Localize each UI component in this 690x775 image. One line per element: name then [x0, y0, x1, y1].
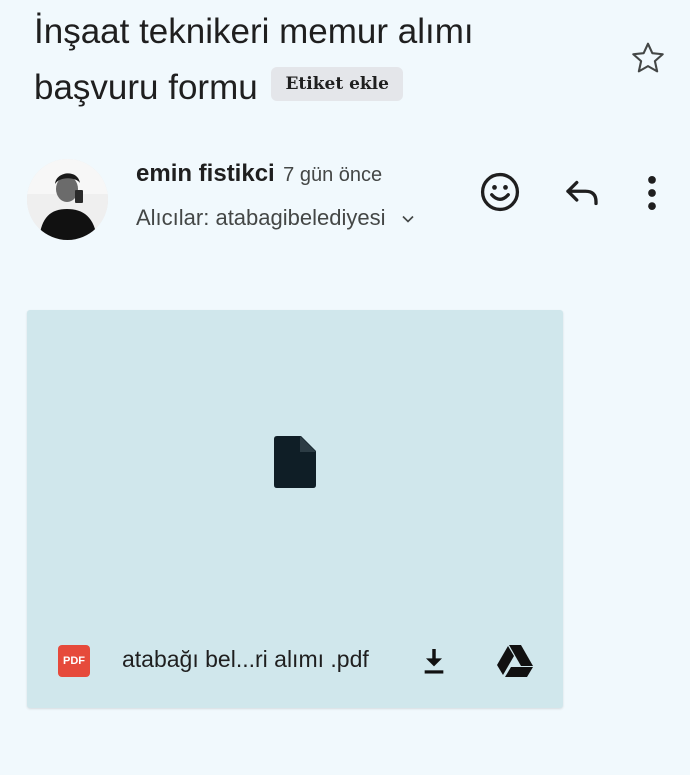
more-vert-icon[interactable]	[640, 172, 664, 214]
attachment-file-name[interactable]: atabağı bel...ri alımı .pdf	[122, 646, 369, 673]
emoji-react-icon[interactable]	[478, 170, 522, 214]
star-icon[interactable]	[630, 40, 666, 76]
subject-text: İnşaat teknikeri memur alımı başvuru for…	[34, 12, 474, 107]
google-drive-icon[interactable]	[496, 644, 534, 678]
recipients-label: Alıcılar: atabagibelediyesi	[136, 205, 386, 230]
download-icon[interactable]	[418, 644, 450, 678]
sender-name[interactable]: emin fistikci	[136, 160, 275, 187]
file-icon	[274, 436, 316, 488]
reply-icon[interactable]	[561, 172, 603, 214]
pdf-icon: PDF	[58, 645, 90, 677]
attachment-card[interactable]: PDF atabağı bel...ri alımı .pdf	[27, 310, 563, 708]
sender-row: emin fistikci 7 gün önce	[136, 160, 382, 188]
chevron-down-icon	[402, 216, 414, 223]
avatar[interactable]	[27, 159, 108, 240]
add-label-button[interactable]: Etiket ekle	[271, 66, 403, 101]
email-subject: İnşaat teknikeri memur alımı başvuru for…	[34, 4, 594, 116]
avatar-photo	[27, 159, 108, 240]
sent-time: 7 gün önce	[283, 164, 383, 186]
recipients-toggle[interactable]: Alıcılar: atabagibelediyesi	[136, 205, 418, 231]
